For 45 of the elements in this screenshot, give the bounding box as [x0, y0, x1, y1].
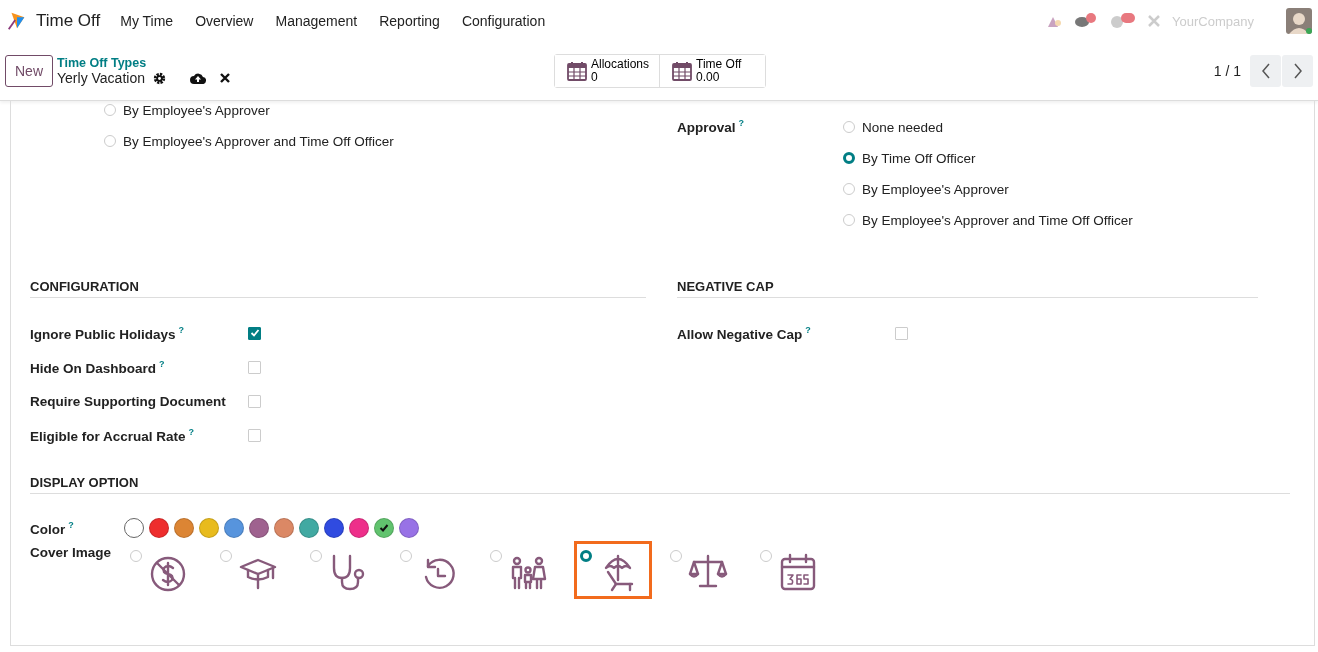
pager-value: 1 / 1 — [1213, 63, 1241, 79]
previous-button[interactable] — [1250, 55, 1281, 87]
smart-button[interactable]: Allocations 0 — [555, 54, 660, 88]
menu-item[interactable]: Overview — [195, 13, 254, 29]
field-label: Cover Image — [30, 545, 113, 560]
menu-item[interactable]: My Time — [120, 13, 174, 29]
calendar-icon — [672, 61, 692, 81]
field-label: Approval $^{?}$ — [677, 118, 745, 137]
color-swatch[interactable] — [124, 518, 144, 538]
cover-image-option[interactable] — [574, 541, 652, 599]
company-switch-icon[interactable] — [1148, 15, 1161, 27]
app-title[interactable]: Time Off — [36, 11, 101, 31]
user-avatar[interactable] — [1286, 8, 1312, 34]
chevron-right-icon — [1292, 63, 1303, 79]
radio-option[interactable]: None needed — [843, 118, 1133, 136]
record-title: Yerly Vacation — [57, 70, 145, 86]
calendar-icon — [778, 552, 818, 592]
chevron-left-icon — [1260, 63, 1271, 79]
checkbox[interactable] — [248, 326, 261, 340]
radio-option[interactable]: By Employee's Approver — [843, 180, 1133, 198]
menu-item[interactable]: Reporting — [379, 13, 440, 29]
field-label: Hide On Dashboard $^{?}$ — [30, 358, 166, 376]
close-icon[interactable] — [219, 73, 230, 83]
breadcrumb-link[interactable]: Time Off Types — [57, 56, 557, 70]
field-label: Allow Negative Cap $^{?}$ — [677, 324, 812, 342]
clock-icon[interactable] — [1110, 13, 1137, 29]
radio-option[interactable]: By Employee's Approver — [104, 101, 646, 119]
section-title: NEGATIVE CAP — [677, 279, 1258, 298]
field-label: Ignore Public Holidays $^{?}$ — [30, 324, 186, 342]
section-title: CONFIGURATION — [30, 279, 646, 298]
field-label: Eligible for Accrual Rate $^{?}$ — [30, 426, 196, 444]
cloud-upload-icon[interactable] — [189, 72, 206, 84]
menu-item[interactable]: Management — [275, 13, 358, 29]
radio-option[interactable]: By Employee's Approver and Time Off Officer — [843, 211, 1133, 229]
menu-item[interactable]: Configuration — [461, 13, 546, 29]
next-button[interactable] — [1282, 55, 1313, 87]
radio-option[interactable]: By Employee's Approver and Time Off Officer — [104, 132, 646, 150]
new-button[interactable]: New — [5, 55, 53, 87]
field-label: Require Supporting Document — [30, 393, 227, 409]
radio-option[interactable]: By Time Off Officer — [843, 149, 1133, 167]
settings-icon[interactable] — [152, 71, 166, 85]
section-title: DISPLAY OPTION — [30, 475, 1290, 494]
field-label: Color $^{?}$ — [30, 519, 75, 537]
calendar-icon — [567, 61, 587, 81]
chat-icon[interactable] — [1074, 13, 1099, 29]
